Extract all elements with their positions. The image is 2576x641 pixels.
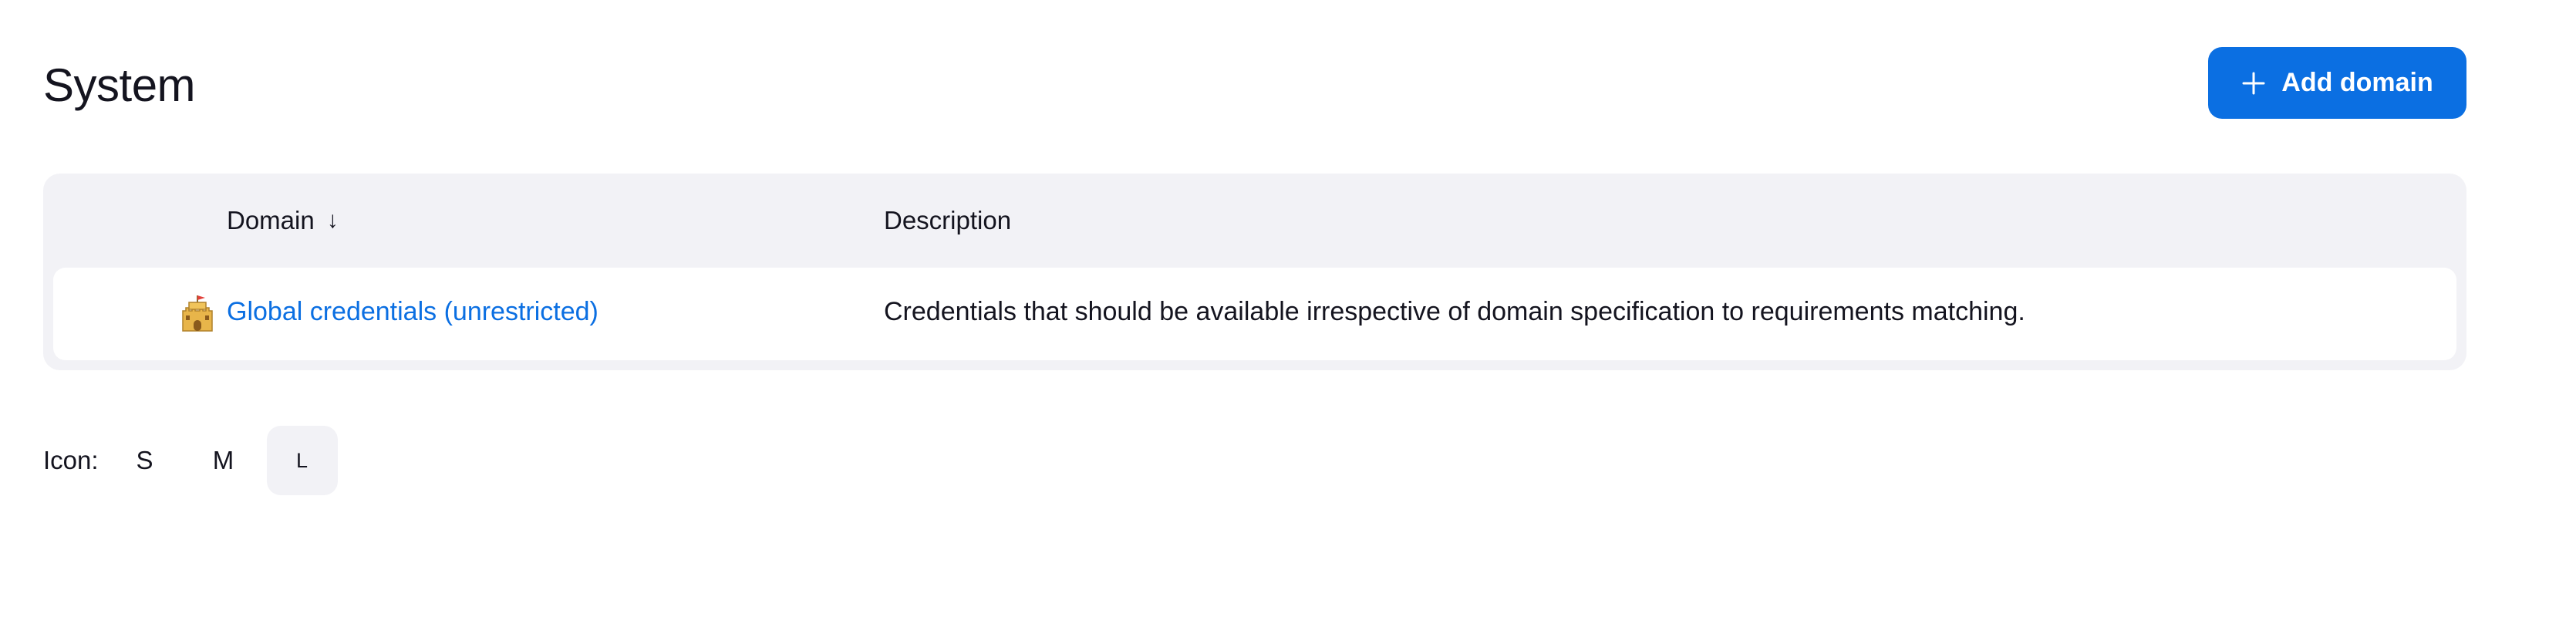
icon-size-selector: Icon: S M L (43, 426, 346, 495)
icon-size-label: Icon: (43, 446, 99, 474)
plus-icon (2242, 72, 2265, 94)
icon-size-large-button[interactable]: L (266, 426, 338, 495)
domain-description: Credentials that should be available irr… (884, 297, 2025, 326)
credentials-system-page: System Add domain Domain ↓ Description G… (0, 0, 2576, 641)
domains-table: Domain ↓ Description Global credentials … (43, 174, 2466, 370)
domain-link[interactable]: Global credentials (unrestricted) (227, 297, 598, 327)
column-header-domain[interactable]: Domain ↓ (227, 206, 339, 235)
column-domain-label: Domain (227, 206, 315, 234)
icon-size-medium-button[interactable]: M (188, 426, 259, 495)
page-title: System (43, 59, 196, 111)
sort-arrow-down-icon: ↓ (326, 207, 339, 233)
table-row: Global credentials (unrestricted) Creden… (53, 268, 2456, 360)
add-domain-label: Add domain (2281, 68, 2433, 97)
column-header-description: Description (884, 206, 1012, 234)
add-domain-button[interactable]: Add domain (2208, 47, 2466, 119)
icon-size-small-button[interactable]: S (110, 426, 180, 495)
castle-icon (182, 295, 213, 332)
table-header: Domain ↓ Description (43, 174, 2466, 268)
